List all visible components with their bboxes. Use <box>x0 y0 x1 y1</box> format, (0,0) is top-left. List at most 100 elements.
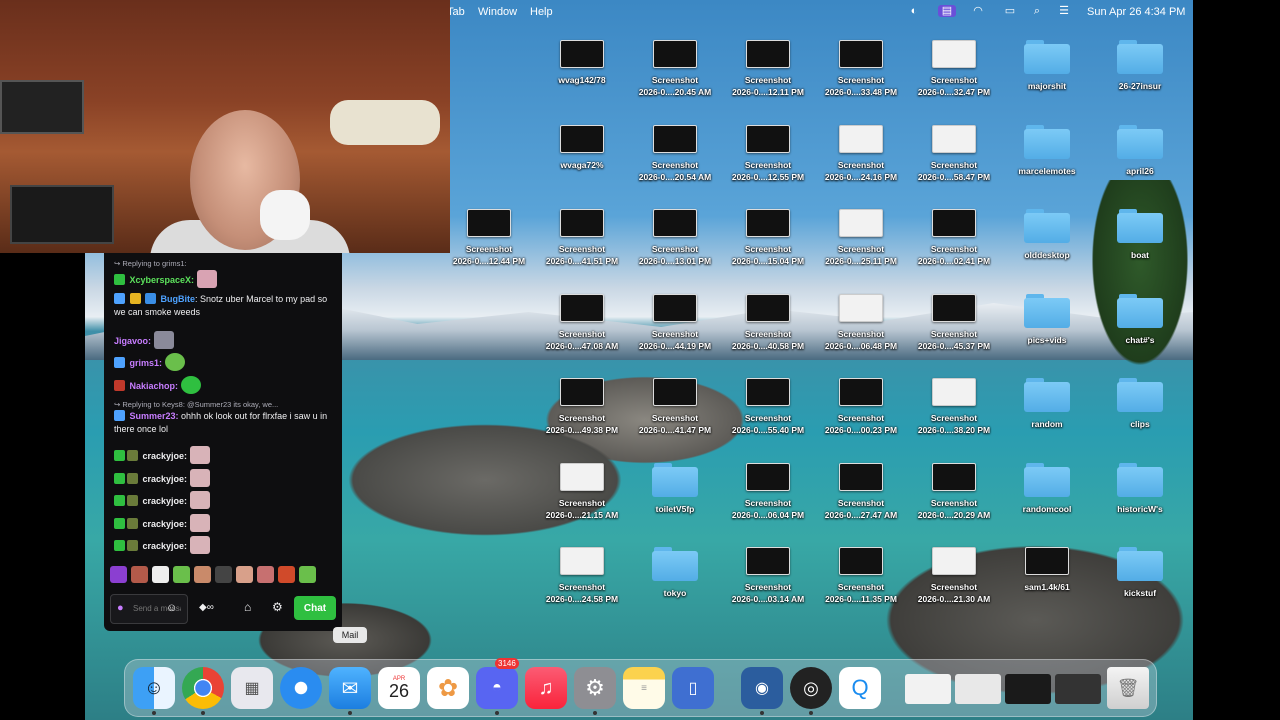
trash-icon[interactable]: 🗑 <box>1107 667 1149 709</box>
finder-icon[interactable]: ☺ <box>133 667 175 709</box>
desktop-item[interactable]: Screenshot 2026-0....33.48 PM <box>816 40 906 98</box>
desktop-item[interactable]: Screenshot 2026-0....44.19 PM <box>630 293 720 352</box>
system-settings-icon[interactable]: ⚙ <box>574 667 616 709</box>
desktop-item[interactable]: Screenshot 2026-0....49.38 PM <box>537 378 627 436</box>
minimized-window-thumbnail[interactable] <box>1055 674 1101 704</box>
desktop-item[interactable]: random <box>1002 378 1092 430</box>
emote-picker-icon[interactable]: ☺ <box>166 602 177 614</box>
desktop-item[interactable]: Screenshot 2026-0....47.08 AM <box>537 293 627 352</box>
desktop-item[interactable]: pics+vids <box>1002 293 1092 346</box>
desktop-item[interactable]: Screenshot 2026-0....20.54 AM <box>630 124 720 183</box>
desktop-item[interactable]: historicW's <box>1095 462 1185 515</box>
desktop-item[interactable]: Screenshot 2026-0....21.15 AM <box>537 462 627 521</box>
safari-icon[interactable]: ✦ <box>280 667 322 709</box>
chat-username[interactable]: Jigavoo: <box>114 336 151 346</box>
desktop-item[interactable]: clips <box>1095 378 1185 430</box>
desktop-item[interactable]: Screenshot 2026-0....38.20 PM <box>909 378 999 436</box>
control-center-icon[interactable]: ☰ <box>1057 5 1071 17</box>
emote-icon[interactable] <box>152 566 169 583</box>
minimized-window-thumbnail[interactable] <box>905 674 951 704</box>
desktop-item[interactable]: Screenshot 2026-0....21.30 AM <box>909 547 999 605</box>
emote-icon[interactable] <box>110 566 127 583</box>
emote-icon[interactable] <box>215 566 232 583</box>
desktop-item[interactable]: Screenshot 2026-0....24.58 PM <box>537 547 627 605</box>
desktop-item[interactable]: Screenshot 2026-0....02.41 PM <box>909 209 999 267</box>
chat-username[interactable]: grims1: <box>130 358 163 368</box>
chat-username[interactable]: XcyberspaceX: <box>130 275 195 285</box>
desktop-item[interactable]: toiletV5fp <box>630 462 720 515</box>
bits-icon[interactable]: ◆∞ <box>199 602 214 613</box>
music-icon[interactable]: ♫ <box>525 667 567 709</box>
desktop-item[interactable]: Screenshot 2026-0....13.01 PM <box>630 209 720 267</box>
emote-icon[interactable] <box>131 566 148 583</box>
desktop-item[interactable]: Screenshot 2026-0....25.11 PM <box>816 209 906 267</box>
desktop-item[interactable]: Screenshot 2026-0....45.37 PM <box>909 293 999 352</box>
desktop-item[interactable]: majorshit <box>1002 40 1092 92</box>
chat-username[interactable]: Nakiachop: <box>130 381 179 391</box>
sync-icon[interactable]: ◐ <box>907 5 921 17</box>
desktop-item[interactable]: Screenshot 2026-0....00.23 PM <box>816 378 906 436</box>
desktop-item[interactable]: Screenshot 2026-0....40.58 PM <box>723 293 813 352</box>
emote-icon[interactable] <box>278 566 295 583</box>
desktop-item[interactable]: Screenshot 2026-0....24.16 PM <box>816 124 906 183</box>
desktop-item[interactable]: Screenshot 2026-0....06.48 PM <box>816 293 906 352</box>
photos-icon[interactable]: ✿ <box>427 667 469 709</box>
zoom-app-icon[interactable]: ◉ <box>741 667 783 709</box>
menu-help[interactable]: Help <box>530 6 553 18</box>
desktop-item[interactable]: Screenshot 2026-0....41.47 PM <box>630 378 720 436</box>
desktop-item[interactable]: Screenshot 2026-0....06.04 PM <box>723 462 813 521</box>
emote-icon[interactable] <box>257 566 274 583</box>
discord-icon[interactable]: ◓ <box>476 667 518 709</box>
desktop-item[interactable]: boat <box>1095 209 1185 261</box>
launchpad-icon[interactable]: ▦ <box>231 667 273 709</box>
shop-icon[interactable]: ⌂ <box>244 600 251 614</box>
menubar-datetime[interactable]: Sun Apr 26 4:34 PM <box>1087 6 1185 18</box>
desktop-item[interactable]: Screenshot 2026-0....20.29 AM <box>909 462 999 521</box>
chat-username[interactable]: BugBite <box>161 294 196 304</box>
desktop-item[interactable]: sam1.4k/61 <box>1002 547 1092 593</box>
desktop-item[interactable]: kickstuf <box>1095 547 1185 599</box>
chat-username[interactable]: crackyjoe: <box>143 474 188 484</box>
desktop-item[interactable]: randomcool <box>1002 462 1092 515</box>
desktop-item[interactable]: Screenshot 2026-0....41.51 PM <box>537 209 627 267</box>
desktop-item[interactable]: Screenshot 2026-0....12.55 PM <box>723 124 813 183</box>
quicktime-icon[interactable]: Q <box>839 667 881 709</box>
calendar-icon[interactable]: APR 26 <box>378 667 420 709</box>
desktop-item[interactable]: marcelemotes <box>1002 124 1092 177</box>
chrome-icon[interactable] <box>182 667 224 709</box>
chat-username[interactable]: crackyjoe: <box>143 451 188 461</box>
emote-icon[interactable] <box>173 566 190 583</box>
desktop-item[interactable]: Screenshot 2026-0....20.45 AM <box>630 40 720 98</box>
desktop-item[interactable]: tokyo <box>630 547 720 599</box>
desktop-item[interactable]: Screenshot 2026-0....55.40 PM <box>723 378 813 436</box>
desktop-item[interactable]: Screenshot 2026-0....32.47 PM <box>909 40 999 98</box>
notes-icon[interactable]: ≡ <box>623 667 665 709</box>
microphone-icon[interactable]: ● <box>117 602 124 614</box>
minimized-window-thumbnail[interactable] <box>955 674 1001 704</box>
emote-icon[interactable] <box>299 566 316 583</box>
desktop-item[interactable]: Screenshot 2026-0....12.44 PM <box>444 209 534 267</box>
emote-icon[interactable] <box>194 566 211 583</box>
desktop-item[interactable]: Screenshot 2026-0....27.47 AM <box>816 462 906 521</box>
desktop-item[interactable]: april26 <box>1095 124 1185 177</box>
chat-username[interactable]: crackyjoe: <box>143 541 188 551</box>
desktop-item[interactable]: Screenshot 2026-0....12.11 PM <box>723 40 813 98</box>
settings-gear-icon[interactable]: ⚙ <box>272 600 283 614</box>
desktop-item[interactable]: Screenshot 2026-0....58.47 PM <box>909 124 999 183</box>
chat-username[interactable]: Summer23: <box>130 411 179 421</box>
desktop-item[interactable]: wvag142/78 <box>537 40 627 86</box>
preview-icon[interactable]: ▯ <box>672 667 714 709</box>
desktop-item[interactable]: Screenshot 2026-0....03.14 AM <box>723 547 813 605</box>
chat-username[interactable]: crackyjoe: <box>143 496 188 506</box>
desktop-item[interactable]: 26-27insur <box>1095 40 1185 92</box>
chat-send-button[interactable]: Chat <box>294 596 336 620</box>
mail-icon[interactable]: ✉ <box>329 667 371 709</box>
emote-icon[interactable] <box>236 566 253 583</box>
screen-share-icon[interactable]: ▤ <box>938 5 956 17</box>
desktop-item[interactable]: Screenshot 2026-0....11.35 PM <box>816 547 906 605</box>
obs-icon[interactable]: ◎ <box>790 667 832 709</box>
search-icon[interactable]: ⌕ <box>1030 5 1044 17</box>
desktop-item[interactable]: chat#'s <box>1095 293 1185 346</box>
menu-window[interactable]: Window <box>478 6 517 18</box>
desktop-item[interactable]: olddesktop <box>1002 209 1092 261</box>
